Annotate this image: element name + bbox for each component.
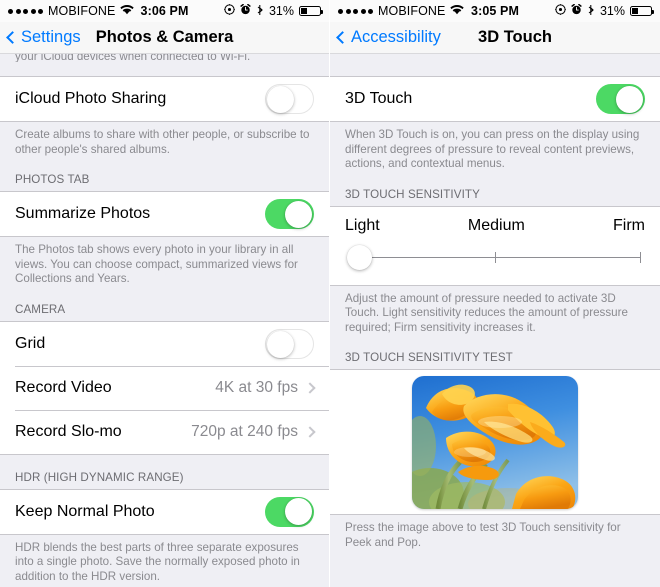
dual-screenshot-container: MOBIFONE 3:06 PM 31% Settings Photos & C…: [0, 0, 660, 587]
toggle-3d-touch[interactable]: [596, 84, 645, 114]
bluetooth-icon: [587, 4, 595, 19]
chevron-right-icon: [304, 425, 316, 438]
sensitivity-slider[interactable]: [347, 244, 643, 271]
carrier-name: MOBIFONE: [378, 4, 446, 18]
row-grid[interactable]: Grid: [0, 321, 329, 366]
toggle-knob: [267, 86, 294, 113]
row-keep-normal-photo[interactable]: Keep Normal Photo: [0, 489, 329, 534]
toggle-knob: [267, 330, 294, 358]
row-value: 720p at 240 fps: [191, 422, 298, 440]
row-record-slo-mo[interactable]: Record Slo-mo 720p at 240 fps: [0, 409, 329, 454]
footer-sensitivity-test: Press the image above to test 3D Touch s…: [345, 521, 621, 549]
footer-icloud-sharing: Create albums to share with other people…: [15, 128, 310, 156]
status-bar-indicators: 31%: [224, 3, 323, 19]
section-hdr: Keep Normal Photo: [0, 488, 329, 535]
signal-strength-dots-icon: [8, 8, 43, 14]
wifi-icon: [450, 4, 465, 18]
screen-photos-and-camera: MOBIFONE 3:06 PM 31% Settings Photos & C…: [0, 0, 330, 587]
battery-icon: [299, 6, 323, 16]
battery-percentage: 31%: [268, 4, 294, 18]
section-header-hdr: HDR (HIGH DYNAMIC RANGE): [15, 470, 184, 484]
status-bar-indicators: 31%: [555, 3, 654, 19]
battery-percentage: 31%: [599, 4, 625, 18]
row-label: Record Slo-mo: [15, 422, 122, 440]
section-header-camera: CAMERA: [15, 302, 66, 316]
toggle-knob: [616, 85, 643, 113]
top-spacer: [330, 54, 660, 76]
section-header-sensitivity: 3D TOUCH SENSITIVITY: [345, 187, 480, 201]
toggle-grid[interactable]: [265, 328, 314, 359]
back-button-label: Accessibility: [351, 28, 441, 46]
footer-photos-tab: The Photos tab shows every photo in your…: [15, 243, 298, 285]
row-value: 4K at 30 fps: [215, 378, 298, 396]
clipped-previous-footer: your iCloud devices when connected to Wi…: [15, 54, 251, 62]
toggle-icloud-photo-sharing[interactable]: [265, 84, 314, 114]
alarm-clock-icon: [571, 3, 582, 18]
poppy-photo-graphic: [412, 375, 578, 509]
row-icloud-photo-sharing[interactable]: iCloud Photo Sharing: [0, 77, 329, 121]
status-bar-carrier-group: MOBIFONE: [8, 4, 135, 18]
row-3d-touch[interactable]: 3D Touch: [330, 77, 660, 121]
settings-list-3d-touch[interactable]: 3D Touch When 3D Touch is on, you can pr…: [330, 54, 660, 587]
section-icloud-sharing: iCloud Photo Sharing: [0, 76, 329, 122]
row-label: Record Video: [15, 378, 112, 396]
settings-list-photos-camera[interactable]: your iCloud devices when connected to Wi…: [0, 54, 329, 587]
row-summarize-photos[interactable]: Summarize Photos: [0, 192, 329, 236]
battery-icon: [630, 6, 654, 16]
toggle-knob: [285, 200, 312, 228]
chevron-left-icon: [6, 31, 19, 44]
row-record-video[interactable]: Record Video 4K at 30 fps: [0, 365, 329, 410]
footer-sensitivity: Adjust the amount of pressure needed to …: [345, 291, 628, 334]
back-button-accessibility[interactable]: Accessibility: [336, 28, 441, 47]
back-button-label: Settings: [21, 28, 81, 46]
slider-label-firm: Firm: [613, 216, 645, 234]
toggle-summarize-photos[interactable]: [265, 199, 314, 229]
wifi-icon: [120, 4, 135, 18]
section-camera: Grid Record Video 4K at 30 fps Record Sl…: [0, 320, 329, 455]
toggle-keep-normal-photo[interactable]: [265, 496, 314, 527]
location-services-icon: [555, 4, 566, 18]
location-services-icon: [224, 4, 235, 18]
slider-thumb[interactable]: [347, 244, 372, 270]
slider-tick-medium: [495, 251, 496, 263]
chevron-right-icon: [304, 381, 316, 394]
chevron-left-icon: [336, 31, 349, 44]
section-3d-touch-master: 3D Touch: [330, 76, 660, 122]
row-label: Summarize Photos: [15, 205, 151, 222]
toggle-knob: [285, 498, 312, 525]
footer-3d-touch: When 3D Touch is on, you can press on th…: [345, 128, 640, 170]
alarm-clock-icon: [240, 3, 251, 18]
navigation-bar-left: Settings Photos & Camera: [0, 22, 329, 54]
bluetooth-icon: [256, 4, 264, 19]
orange-poppy-flowers-photo[interactable]: [412, 375, 578, 509]
footer-hdr: HDR blends the best parts of three separ…: [15, 540, 300, 583]
section-sensitivity-slider: Light Medium Firm: [330, 205, 660, 286]
slider-label-light: Light: [345, 216, 380, 234]
section-photos-tab: Summarize Photos: [0, 191, 329, 237]
status-bar-carrier-group: MOBIFONE: [338, 4, 465, 18]
screen-3d-touch: MOBIFONE 3:05 PM 31% Accessibility 3D To…: [330, 0, 660, 587]
status-bar-left: MOBIFONE 3:06 PM 31%: [0, 0, 329, 22]
row-label: iCloud Photo Sharing: [15, 90, 167, 107]
row-label: 3D Touch: [345, 90, 413, 107]
slider-tick-firm: [640, 251, 641, 263]
signal-strength-dots-icon: [338, 8, 373, 14]
row-label: Keep Normal Photo: [15, 502, 155, 520]
status-bar-right: MOBIFONE 3:05 PM 31%: [330, 0, 660, 22]
slider-label-medium: Medium: [467, 216, 525, 234]
carrier-name: MOBIFONE: [48, 4, 116, 18]
back-button-settings[interactable]: Settings: [6, 28, 81, 47]
row-label: Grid: [15, 334, 46, 352]
section-header-photos-tab: PHOTOS TAB: [15, 173, 90, 186]
slider-scale-labels: Light Medium Firm: [345, 213, 645, 245]
section-header-sensitivity-test: 3D TOUCH SENSITIVITY TEST: [345, 351, 513, 364]
navigation-bar-right: Accessibility 3D Touch: [330, 22, 660, 54]
section-sensitivity-test: [330, 369, 660, 515]
